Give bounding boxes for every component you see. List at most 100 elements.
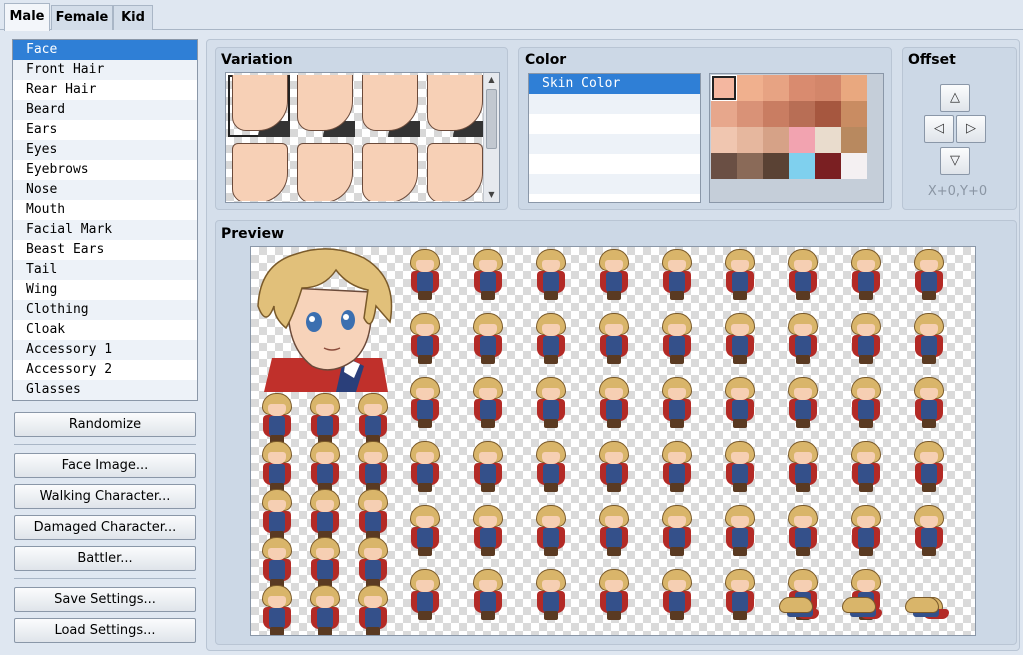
part-item[interactable]: Face	[13, 40, 197, 60]
sprite-face	[794, 452, 812, 464]
walking-character-button[interactable]: Walking Character...	[14, 484, 196, 509]
part-item[interactable]: Accessory 2	[13, 360, 197, 380]
sprite-face	[668, 580, 686, 592]
part-item[interactable]: Nose	[13, 180, 197, 200]
offset-left-button[interactable]: ◁	[924, 115, 954, 143]
color-swatch[interactable]	[737, 101, 763, 127]
variation-thumbnail[interactable]	[423, 75, 485, 137]
sprite-body	[669, 272, 685, 292]
battler-button[interactable]: Battler...	[14, 546, 196, 571]
character-sprite	[909, 313, 949, 365]
part-list[interactable]: Face Front Hair Rear Hair Beard Ears Eyes Eyeb…	[12, 39, 198, 401]
tab-female[interactable]: Female	[51, 5, 113, 30]
color-swatch[interactable]	[815, 153, 841, 179]
face-image-button[interactable]: Face Image...	[14, 453, 196, 478]
offset-right-button[interactable]: ▷	[956, 115, 986, 143]
color-swatch[interactable]	[763, 153, 789, 179]
sprite-legs	[922, 355, 936, 364]
scroll-down-icon[interactable]: ▼	[484, 188, 499, 202]
variation-thumbnail[interactable]	[358, 139, 420, 201]
part-item[interactable]: Cloak	[13, 320, 197, 340]
color-swatch[interactable]	[737, 127, 763, 153]
sprite-body	[269, 560, 285, 580]
variation-thumbnail[interactable]	[228, 139, 290, 201]
variation-thumbnail[interactable]	[423, 139, 485, 201]
damaged-character-button[interactable]: Damaged Character...	[14, 515, 196, 540]
color-swatch[interactable]	[789, 127, 815, 153]
color-swatch[interactable]	[711, 153, 737, 179]
sprite-body	[669, 592, 685, 612]
color-swatch[interactable]	[841, 153, 867, 179]
part-item[interactable]: Wing	[13, 280, 197, 300]
character-sprite	[846, 313, 886, 365]
part-item[interactable]: Facial Mark	[13, 220, 197, 240]
offset-down-button[interactable]: ▽	[940, 147, 970, 175]
color-swatch[interactable]	[815, 75, 841, 101]
sprite-body	[606, 272, 622, 292]
color-swatch[interactable]	[763, 75, 789, 101]
scroll-up-icon[interactable]: ▲	[484, 73, 499, 87]
face-shape	[427, 143, 483, 201]
color-swatch[interactable]	[789, 153, 815, 179]
variation-grid[interactable]: ▲ ▼	[225, 72, 500, 203]
variation-scrollbar[interactable]: ▲ ▼	[483, 73, 499, 202]
color-swatch[interactable]	[789, 75, 815, 101]
part-item[interactable]: Front Hair	[13, 60, 197, 80]
color-swatch[interactable]	[711, 75, 737, 101]
part-item[interactable]: Mouth	[13, 200, 197, 220]
sprite-face	[416, 388, 434, 400]
variation-thumbnail[interactable]	[293, 75, 355, 137]
part-item[interactable]: Beast Ears	[13, 240, 197, 260]
part-item[interactable]: Eyes	[13, 140, 197, 160]
color-swatch[interactable]	[841, 127, 867, 153]
sprite-body	[543, 464, 559, 484]
part-item[interactable]: Accessory 1	[13, 340, 197, 360]
sprite-legs	[670, 547, 684, 556]
tab-male[interactable]: Male	[4, 3, 50, 31]
variation-thumbnail[interactable]	[293, 139, 355, 201]
variation-thumbnail[interactable]	[358, 75, 420, 137]
color-swatch[interactable]	[789, 101, 815, 127]
color-swatch[interactable]	[841, 101, 867, 127]
color-swatch[interactable]	[841, 75, 867, 101]
part-item[interactable]: Eyebrows	[13, 160, 197, 180]
list-item	[529, 154, 700, 174]
part-item[interactable]: Ears	[13, 120, 197, 140]
part-item[interactable]: Glasses	[13, 380, 197, 400]
damaged-sprite	[905, 569, 945, 621]
color-swatch[interactable]	[763, 101, 789, 127]
color-swatch[interactable]	[711, 101, 737, 127]
tab-kid[interactable]: Kid	[113, 5, 153, 30]
sprite-face	[731, 452, 749, 464]
color-swatch[interactable]	[737, 75, 763, 101]
sprite-legs	[859, 291, 873, 300]
sprite-legs	[607, 291, 621, 300]
variation-title: Variation	[221, 52, 293, 68]
part-item[interactable]: Tail	[13, 260, 197, 280]
sprite-body	[317, 416, 333, 436]
save-settings-button[interactable]: Save Settings...	[14, 587, 196, 612]
load-settings-button[interactable]: Load Settings...	[14, 618, 196, 643]
color-swatch[interactable]	[815, 127, 841, 153]
color-item-skin[interactable]: Skin Color	[529, 74, 700, 94]
part-item[interactable]: Beard	[13, 100, 197, 120]
color-swatch[interactable]	[711, 127, 737, 153]
sprite-face	[668, 388, 686, 400]
sprite-legs	[670, 611, 684, 620]
sprite-body	[480, 336, 496, 356]
randomize-button[interactable]: Randomize	[14, 412, 196, 437]
color-list[interactable]: Skin Color	[528, 73, 701, 203]
color-palette[interactable]	[709, 73, 884, 203]
color-swatch[interactable]	[737, 153, 763, 179]
color-swatch[interactable]	[815, 101, 841, 127]
part-item[interactable]: Rear Hair	[13, 80, 197, 100]
sprite-legs	[366, 627, 380, 635]
variation-thumbnail[interactable]	[228, 75, 290, 137]
part-item[interactable]: Clothing	[13, 300, 197, 320]
sprite-body	[365, 512, 381, 532]
scroll-thumb[interactable]	[486, 89, 497, 149]
sprite-body	[317, 512, 333, 532]
offset-up-button[interactable]: △	[940, 84, 970, 112]
color-swatch[interactable]	[763, 127, 789, 153]
character-sprite	[468, 569, 508, 621]
